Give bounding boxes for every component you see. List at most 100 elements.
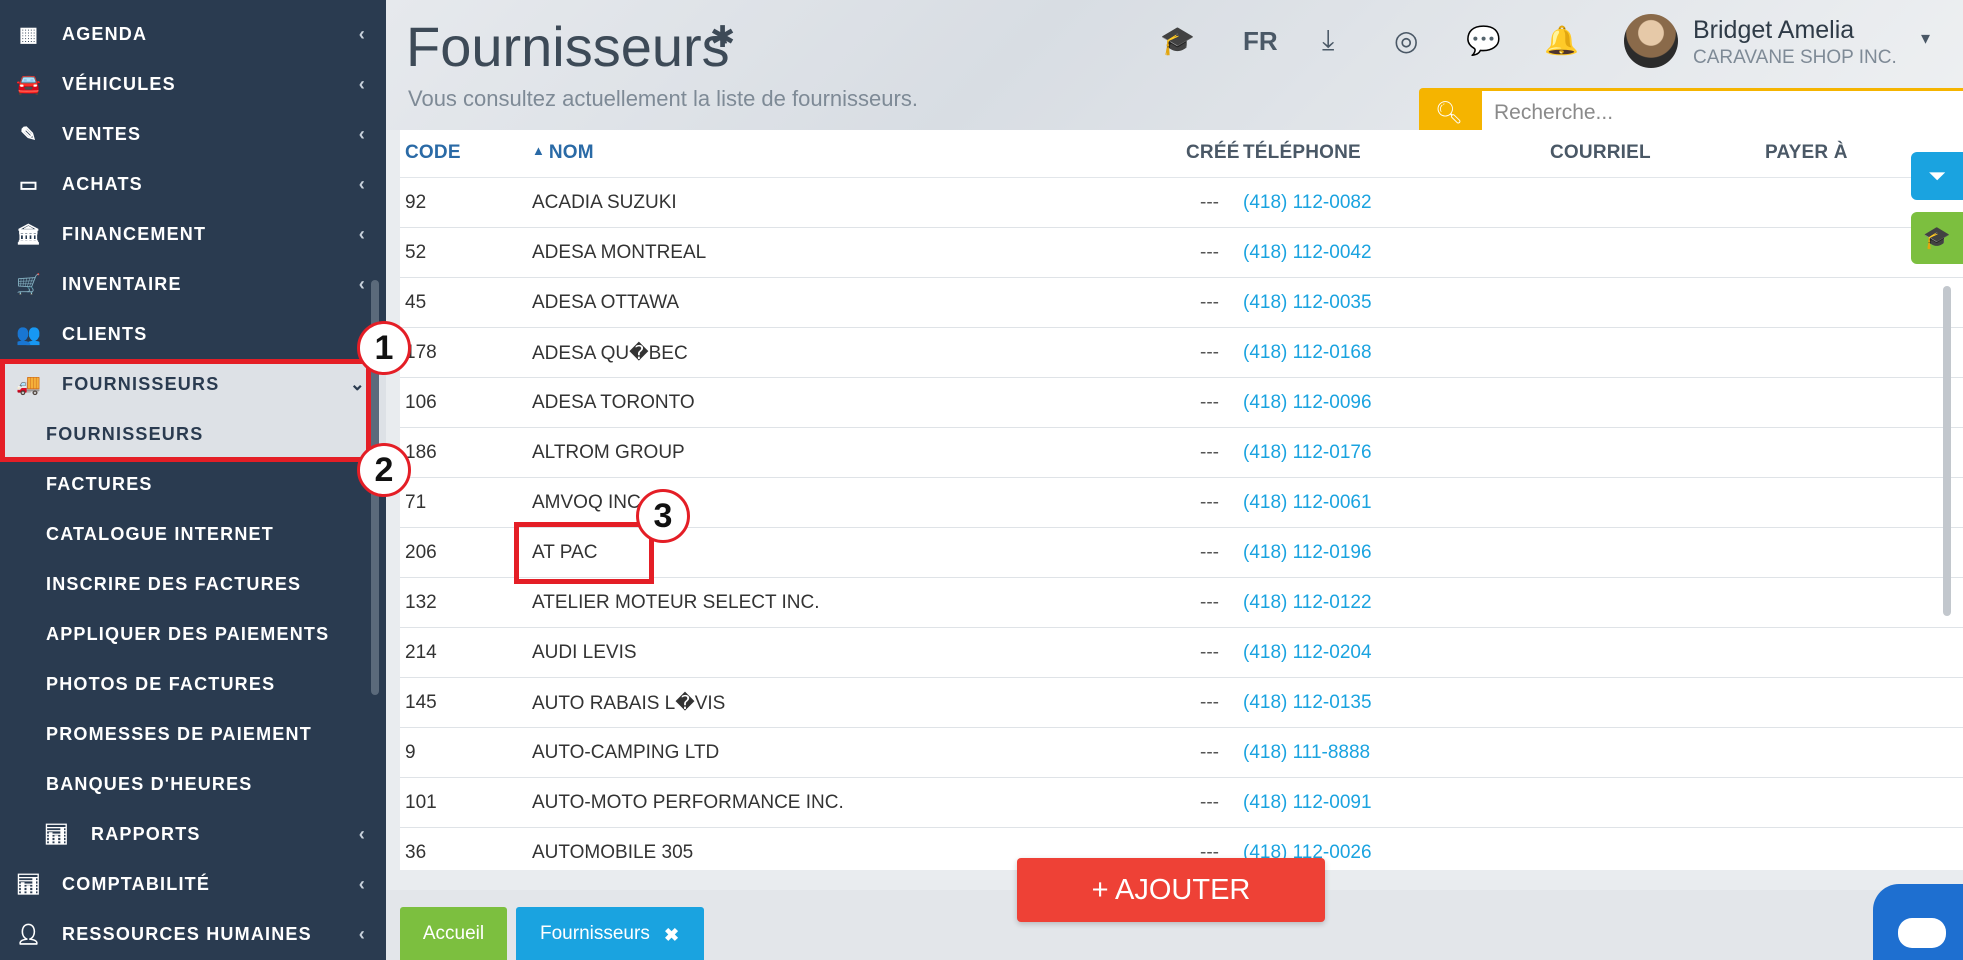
annotation-badge-3: 3 <box>636 489 690 543</box>
chat-icon[interactable]: 💬 <box>1466 24 1501 57</box>
sidebar-item-clients[interactable]: 👥 CLIENTS <box>0 309 386 359</box>
sidebar-item-rapports[interactable]: 📊︎ RAPPORTS ‹ <box>0 809 386 859</box>
phone-link[interactable]: (418) 112-0196 <box>1243 542 1372 564</box>
table-row[interactable]: 214 AUDI LEVIS --- (418) 112-0204 <box>400 628 1963 678</box>
tutorial-button[interactable]: 🎓 <box>1911 212 1963 264</box>
table-row[interactable]: 178 ADESA QU�BEC --- (418) 112-0168 <box>400 328 1963 378</box>
column-cree[interactable]: CRÉÉ <box>1186 142 1240 164</box>
table-header: CODE ▲ NOM CRÉÉ TÉLÉPHONE COURRIEL PAYER… <box>400 130 1963 178</box>
column-payer[interactable]: PAYER À <box>1765 142 1848 164</box>
user-name[interactable]: Bridget Amelia <box>1693 16 1854 45</box>
supplier-name[interactable]: ADESA MONTREAL <box>532 242 706 264</box>
supplier-name[interactable]: ADESA OTTAWA <box>532 292 679 314</box>
supplier-name[interactable]: ALTROM GROUP <box>532 442 685 464</box>
page-subtitle: Vous consultez actuellement la liste de … <box>408 86 918 111</box>
bell-icon[interactable]: 🔔 <box>1544 24 1579 57</box>
sidebar-item-promesses-de-paiement[interactable]: PROMESSES DE PAIEMENT <box>0 709 386 759</box>
gear-icon[interactable]: ✱ <box>710 20 735 55</box>
edit-icon: ✎ <box>20 123 38 146</box>
cart-icon: 🛒 <box>15 273 43 296</box>
sidebar-item-photos-de-factures[interactable]: PHOTOS DE FACTURES <box>0 659 386 709</box>
created-value: --- <box>1200 242 1219 263</box>
supplier-name[interactable]: ATELIER MOTEUR SELECT INC. <box>532 592 820 614</box>
sidebar-item-catalogue-internet[interactable]: CATALOGUE INTERNET <box>0 509 386 559</box>
column-telephone[interactable]: TÉLÉPHONE <box>1243 142 1361 164</box>
created-value: --- <box>1200 792 1219 813</box>
filter-icon: ⏷ <box>1928 163 1946 188</box>
phone-link[interactable]: (418) 112-0168 <box>1243 342 1372 364</box>
column-code[interactable]: CODE <box>405 142 461 164</box>
chat-bubble-icon <box>1898 918 1946 948</box>
supplier-code: 214 <box>405 642 437 663</box>
sidebar-item-ventes[interactable]: ✎ VENTES ‹ <box>0 109 386 159</box>
supplier-name[interactable]: AMVOQ INC. <box>532 492 646 514</box>
phone-link[interactable]: (418) 111-8888 <box>1243 742 1370 764</box>
created-value: --- <box>1200 692 1219 713</box>
table-row[interactable]: 45 ADESA OTTAWA --- (418) 112-0035 <box>400 278 1963 328</box>
sidebar-item-label: INVENTAIRE <box>62 273 182 294</box>
sidebar-item-appliquer-des-paiements[interactable]: APPLIQUER DES PAIEMENTS <box>0 609 386 659</box>
language-selector[interactable]: FR <box>1243 26 1278 57</box>
lifebuoy-icon[interactable]: ◎ <box>1394 24 1418 57</box>
table-row[interactable]: 132 ATELIER MOTEUR SELECT INC. --- (418) 11… <box>400 578 1963 628</box>
phone-link[interactable]: (418) 112-0082 <box>1243 192 1372 214</box>
sidebar-item-label: VÉHICULES <box>62 73 176 94</box>
sidebar-item-ressources-humaines[interactable]: 👤︎ RESSOURCES HUMAINES ‹ <box>0 909 386 959</box>
phone-link[interactable]: (418) 112-0122 <box>1243 592 1372 614</box>
sort-asc-icon: ▲ <box>532 143 549 158</box>
chevron-down-icon[interactable]: ▾ <box>1921 28 1930 49</box>
chevron-left-icon: ‹ <box>358 823 366 844</box>
supplier-name[interactable]: ACADIA SUZUKI <box>532 192 677 214</box>
chevron-left-icon: ‹ <box>358 173 366 194</box>
phone-link[interactable]: (418) 112-0035 <box>1243 292 1372 314</box>
sidebar-item-inscrire-des-factures[interactable]: INSCRIRE DES FACTURES <box>0 559 386 609</box>
avatar[interactable] <box>1624 14 1678 68</box>
phone-link[interactable]: (418) 112-0096 <box>1243 392 1372 414</box>
annotation-badge-1: 1 <box>357 321 411 375</box>
table-row[interactable]: 145 AUTO RABAIS L�VIS --- (418) 112-0135 <box>400 678 1963 728</box>
sidebar-item-label: PROMESSES DE PAIEMENT <box>46 723 312 744</box>
close-icon[interactable]: ✖ <box>664 925 679 946</box>
table-row[interactable]: 101 AUTO-MOTO PERFORMANCE INC. --- (418) 11… <box>400 778 1963 828</box>
table-row[interactable]: 52 ADESA MONTREAL --- (418) 112-0042 <box>400 228 1963 278</box>
table-row[interactable]: 186 ALTROM GROUP --- (418) 112-0176 <box>400 428 1963 478</box>
user-icon: 👤︎ <box>15 923 43 946</box>
table-scrollbar[interactable] <box>1943 286 1951 616</box>
sidebar-item-financement[interactable]: 🏛 FINANCEMENT ‹ <box>0 209 386 259</box>
phone-link[interactable]: (418) 112-0135 <box>1243 692 1372 714</box>
bar-chart-icon: 📊︎ <box>43 823 71 846</box>
table-row[interactable]: 71 AMVOQ INC. --- (418) 112-0061 <box>400 478 1963 528</box>
supplier-name[interactable]: AUDI LEVIS <box>532 642 637 664</box>
supplier-name[interactable]: AUTO RABAIS L�VIS <box>532 692 725 715</box>
add-button[interactable]: + AJOUTER <box>1017 858 1325 922</box>
sidebar-item-comptabilit[interactable]: 📊︎ COMPTABILITÉ ‹ <box>0 859 386 909</box>
supplier-name[interactable]: AUTOMOBILE 305 <box>532 842 693 864</box>
phone-link[interactable]: (418) 112-0091 <box>1243 792 1372 814</box>
sidebar-item-inventaire[interactable]: 🛒 INVENTAIRE ‹ <box>0 259 386 309</box>
sidebar-item-factures[interactable]: FACTURES <box>0 459 386 509</box>
supplier-code: 52 <box>405 242 427 263</box>
sidebar-item-achats[interactable]: ▭ ACHATS ‹ <box>0 159 386 209</box>
tab-accueil[interactable]: Accueil <box>400 907 507 960</box>
phone-link[interactable]: (418) 112-0061 <box>1243 492 1372 514</box>
phone-link[interactable]: (418) 112-0204 <box>1243 642 1372 664</box>
table-row[interactable]: 92 ACADIA SUZUKI --- (418) 112-0082 <box>400 178 1963 228</box>
download-icon[interactable]: ⤓ <box>1322 24 1334 57</box>
sidebar-item-agenda[interactable]: ▦ AGENDA ‹ <box>0 9 386 59</box>
supplier-name[interactable]: AUTO-MOTO PERFORMANCE INC. <box>532 792 844 814</box>
phone-link[interactable]: (418) 112-0176 <box>1243 442 1372 464</box>
page-title: Fournisseurs <box>406 15 730 78</box>
supplier-name[interactable]: ADESA TORONTO <box>532 392 695 414</box>
graduation-cap-icon[interactable]: 🎓 <box>1160 24 1195 57</box>
filter-button[interactable]: ⏷ <box>1911 152 1963 200</box>
column-nom[interactable]: ▲ NOM <box>532 142 594 164</box>
table-row[interactable]: 106 ADESA TORONTO --- (418) 112-0096 <box>400 378 1963 428</box>
supplier-name[interactable]: AUTO-CAMPING LTD <box>532 742 719 764</box>
phone-link[interactable]: (418) 112-0042 <box>1243 242 1372 264</box>
column-courriel[interactable]: COURRIEL <box>1550 142 1651 164</box>
supplier-name[interactable]: ADESA QU�BEC <box>532 342 688 365</box>
sidebar-item-banques-d-heures[interactable]: BANQUES D'HEURES <box>0 759 386 809</box>
table-row[interactable]: 9 AUTO-CAMPING LTD --- (418) 111-8888 <box>400 728 1963 778</box>
sidebar-item-v-hicules[interactable]: 🚘 VÉHICULES ‹ <box>0 59 386 109</box>
supplier-code: 36 <box>405 842 427 863</box>
